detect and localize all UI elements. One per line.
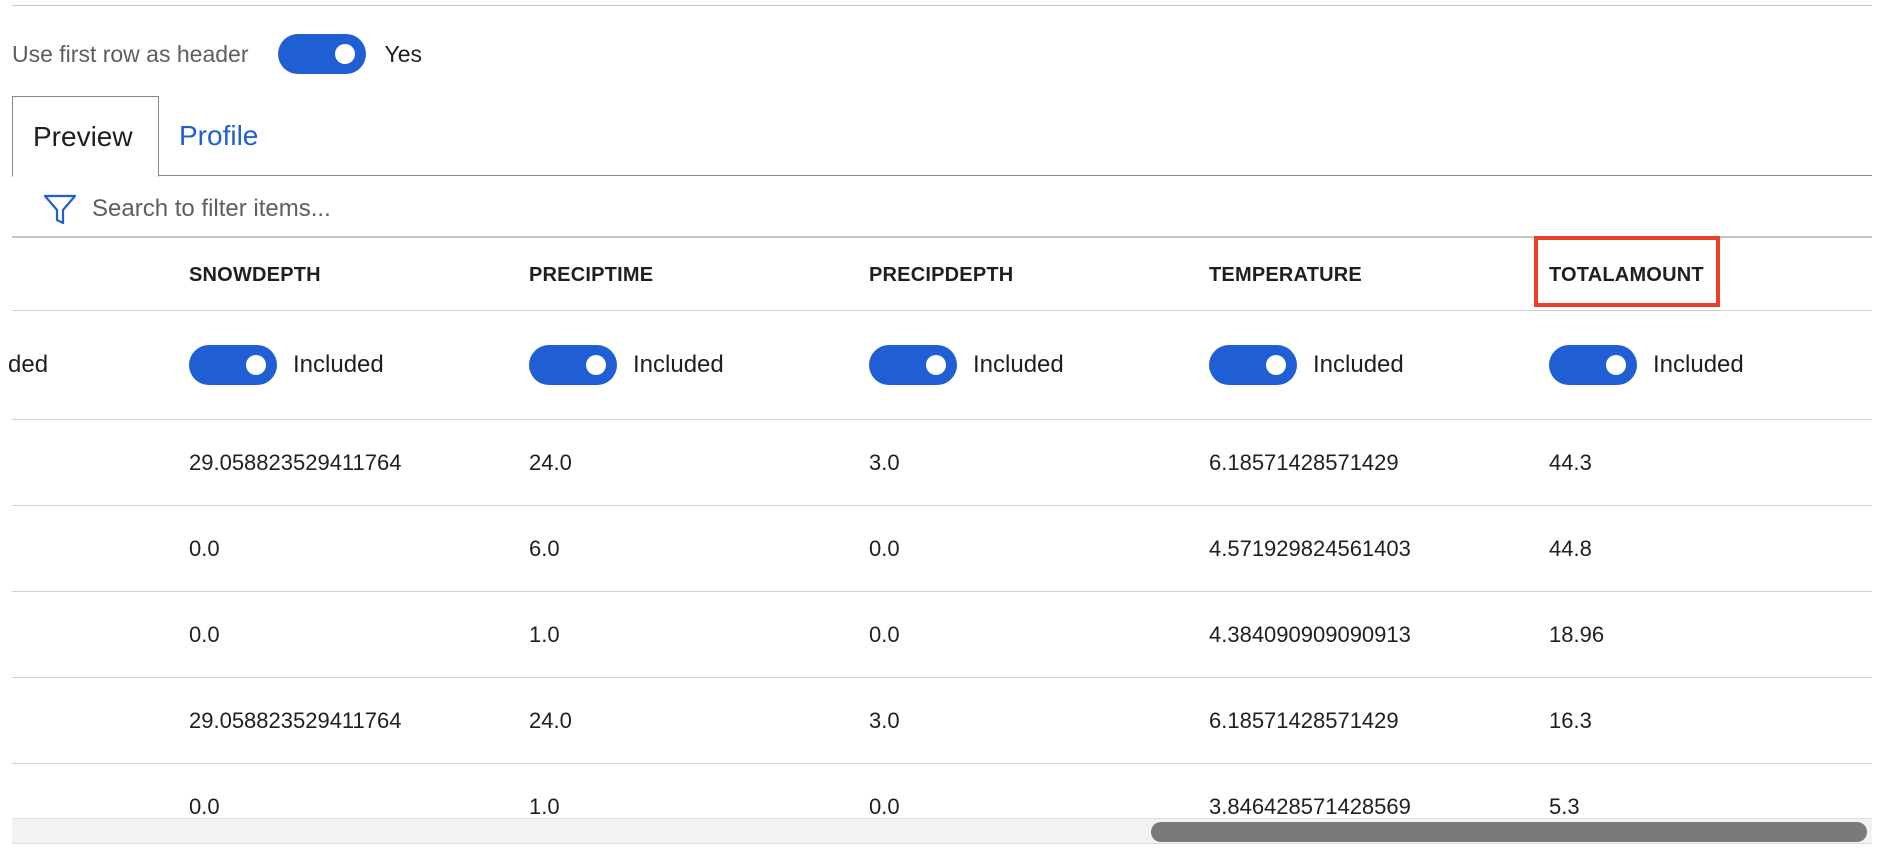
column-header-row: SNOWDEPTH PRECIPTIME PRECIPDEPTH TEMPERA…	[12, 236, 1872, 311]
cell-precipdepth: 3.0	[869, 707, 900, 733]
toggle-knob	[335, 44, 356, 64]
table-row: 29.058823529411764 24.0 3.0 6.1857142857…	[12, 678, 1872, 764]
toggle-knob	[586, 355, 606, 375]
cell-snowdepth: 0.0	[189, 621, 220, 647]
column-header-temperature[interactable]: TEMPERATURE	[1209, 240, 1362, 310]
column-header-precipdepth[interactable]: PRECIPDEPTH	[869, 240, 1013, 310]
search-bar[interactable]: Search to filter items...	[12, 182, 1872, 238]
include-toggle-temperature: Included	[1209, 311, 1404, 419]
include-status: Included	[1653, 351, 1744, 378]
include-switch[interactable]	[189, 345, 277, 385]
column-include-row: ded Included Included Included Included …	[8, 311, 1872, 420]
scrollbar-thumb[interactable]	[1151, 822, 1867, 842]
include-toggle-preciptime: Included	[529, 311, 724, 419]
cell-snowdepth: 0.0	[189, 535, 220, 561]
cell-precipdepth: 0.0	[869, 621, 900, 647]
cell-preciptime: 1.0	[529, 621, 560, 647]
toggle-knob	[926, 355, 946, 375]
cell-precipdepth: 0.0	[869, 535, 900, 561]
cell-temperature: 6.18571428571429	[1209, 707, 1399, 733]
cell-totalamount: 44.8	[1549, 535, 1592, 561]
header-toggle-row: Use first row as header Yes	[12, 32, 422, 76]
include-switch[interactable]	[869, 345, 957, 385]
cell-totalamount: 18.96	[1549, 621, 1605, 647]
dataset-preview-panel: Use first row as header Yes Preview Prof…	[0, 0, 1882, 861]
cell-temperature: 6.18571428571429	[1209, 449, 1399, 475]
cell-precipdepth: 3.0	[869, 449, 900, 475]
cell-preciptime: 6.0	[529, 535, 560, 561]
cell-preciptime: 24.0	[529, 707, 572, 733]
include-status: Included	[633, 351, 724, 378]
table-row: 0.0 6.0 0.0 4.571929824561403 44.8	[12, 506, 1872, 592]
tab-preview[interactable]: Preview	[12, 96, 159, 177]
top-divider	[12, 5, 1872, 6]
tab-underline	[12, 175, 1872, 176]
column-header-totalamount[interactable]: TOTALAMOUNT	[1534, 236, 1720, 310]
include-status: Included	[293, 351, 384, 378]
include-toggle-totalamount: Included	[1549, 311, 1744, 419]
include-status: Included	[973, 351, 1064, 378]
cell-snowdepth: 29.058823529411764	[189, 707, 402, 733]
cell-totalamount: 44.3	[1549, 449, 1592, 475]
horizontal-scrollbar[interactable]	[12, 818, 1872, 844]
tab-profile[interactable]: Profile	[167, 96, 258, 176]
include-switch[interactable]	[529, 345, 617, 385]
search-input[interactable]: Search to filter items...	[92, 195, 331, 223]
include-toggle-snowdepth: Included	[189, 311, 384, 419]
cell-snowdepth: 29.058823529411764	[189, 449, 402, 475]
table-row: 0.0 1.0 0.0 4.384090909090913 18.96	[12, 592, 1872, 678]
include-switch[interactable]	[1209, 345, 1297, 385]
table-row: 29.058823529411764 24.0 3.0 6.1857142857…	[12, 420, 1872, 506]
view-tabs: Preview Profile	[12, 96, 1872, 177]
header-toggle-label: Use first row as header	[12, 40, 249, 67]
header-toggle-switch[interactable]	[278, 34, 367, 74]
toggle-knob	[1606, 355, 1626, 375]
filter-icon[interactable]	[42, 191, 78, 227]
column-header-snowdepth[interactable]: SNOWDEPTH	[189, 240, 321, 310]
partial-include-label: ded	[8, 311, 48, 419]
toggle-knob	[246, 355, 266, 375]
cell-preciptime: 24.0	[529, 449, 572, 475]
header-toggle-state: Yes	[384, 40, 423, 67]
toggle-knob	[1266, 355, 1286, 375]
column-header-preciptime[interactable]: PRECIPTIME	[529, 240, 653, 310]
include-status: Included	[1313, 351, 1404, 378]
partial-include-text: ded	[8, 351, 49, 378]
include-switch[interactable]	[1549, 345, 1637, 385]
cell-temperature: 4.384090909090913	[1209, 621, 1411, 647]
data-grid: SNOWDEPTH PRECIPTIME PRECIPDEPTH TEMPERA…	[8, 236, 1872, 850]
cell-temperature: 4.571929824561403	[1209, 535, 1411, 561]
include-toggle-precipdepth: Included	[869, 311, 1064, 419]
highlight-box	[1534, 236, 1720, 307]
cell-totalamount: 16.3	[1549, 707, 1592, 733]
